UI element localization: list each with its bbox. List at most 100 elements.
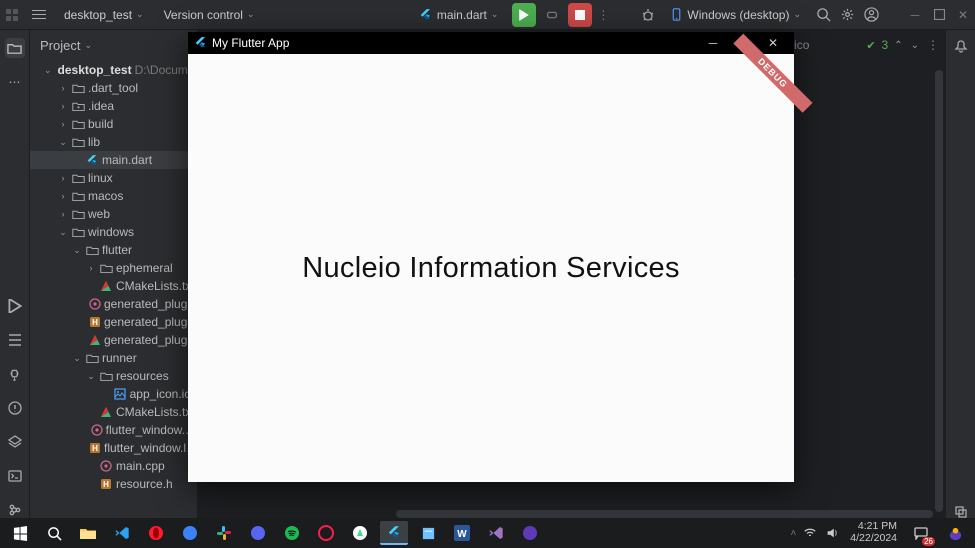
- expand-toggle[interactable]: ⌄: [44, 65, 52, 76]
- tree-node[interactable]: ›web: [30, 205, 197, 223]
- tree-node[interactable]: ›linux: [30, 169, 197, 187]
- taskbar-app-icon[interactable]: [176, 521, 204, 545]
- tree-node[interactable]: ⌄ resources: [30, 367, 197, 385]
- app-minimize-icon[interactable]: ─: [698, 36, 728, 50]
- more-tools-icon[interactable]: ⋯: [5, 72, 25, 92]
- app-close-icon[interactable]: ✕: [758, 36, 788, 50]
- tree-node[interactable]: ⌄runner: [30, 349, 197, 367]
- taskbar-opera-gx-icon[interactable]: [312, 521, 340, 545]
- stop-button[interactable]: [568, 3, 592, 27]
- expand-toggle[interactable]: ›: [86, 263, 96, 273]
- tree-node[interactable]: generated_plugi…: [30, 331, 197, 349]
- expand-toggle[interactable]: ⌄: [72, 245, 82, 256]
- taskbar-word-icon[interactable]: W: [448, 521, 476, 545]
- hamburger-icon[interactable]: [28, 6, 50, 24]
- inspector-tool-icon[interactable]: [5, 432, 25, 452]
- tree-node[interactable]: ⌄windows: [30, 223, 197, 241]
- tray-sound-icon[interactable]: [824, 525, 840, 541]
- tree-node[interactable]: main.dart: [30, 151, 197, 169]
- expand-toggle[interactable]: ›: [58, 173, 68, 183]
- expand-toggle[interactable]: ›: [58, 101, 68, 111]
- tree-node[interactable]: ⌄flutter: [30, 241, 197, 259]
- flutter-app-window: My Flutter App ─ ✕ DEBUG Nucleio Informa…: [188, 32, 794, 482]
- tree-node-label: resources: [116, 369, 169, 383]
- problems-tool-icon[interactable]: [5, 398, 25, 418]
- tree-node[interactable]: main.cpp: [30, 457, 197, 475]
- taskbar-flutter-icon[interactable]: [380, 521, 408, 545]
- project-panel-header[interactable]: Project ⌄: [30, 30, 197, 61]
- user-icon[interactable]: [863, 7, 879, 23]
- debug-icon[interactable]: [640, 7, 656, 23]
- window-maximize-icon[interactable]: [931, 7, 947, 23]
- taskbar-edge-icon[interactable]: [516, 521, 544, 545]
- taskbar-vscode-icon[interactable]: [108, 521, 136, 545]
- expand-toggle[interactable]: ⌄: [72, 353, 82, 364]
- run-button[interactable]: [512, 3, 536, 27]
- tree-node[interactable]: ›build: [30, 115, 197, 133]
- terminal-tool-icon[interactable]: [5, 466, 25, 486]
- folder-icon: [71, 81, 85, 95]
- tree-root[interactable]: ⌄ desktop_test D:\Docum…: [30, 61, 197, 79]
- tree-node[interactable]: CMakeLists.txt: [30, 403, 197, 421]
- collapse-up-icon[interactable]: ⌃: [894, 40, 902, 51]
- device-selector[interactable]: Windows (desktop) ⌄: [664, 6, 807, 24]
- search-icon[interactable]: [815, 7, 831, 23]
- taskbar-search-icon[interactable]: [40, 521, 68, 545]
- project-selector[interactable]: desktop_test ⌄: [58, 6, 150, 24]
- tray-chevron-icon[interactable]: ˄: [790, 528, 796, 539]
- taskbar-explorer-icon[interactable]: [74, 521, 102, 545]
- tree-node[interactable]: Hflutter_window.l…: [30, 439, 197, 457]
- collapse-down-icon[interactable]: ⌄: [911, 40, 919, 51]
- app-titlebar[interactable]: My Flutter App ─ ✕: [188, 32, 794, 54]
- tree-node[interactable]: ⌄lib: [30, 133, 197, 151]
- taskbar-spotify-icon[interactable]: [278, 521, 306, 545]
- window-minimize-icon[interactable]: ─: [907, 7, 923, 23]
- run-config-selector[interactable]: main.dart ⌄: [413, 6, 505, 24]
- start-button[interactable]: [6, 521, 34, 545]
- editor-scrollbar-horizontal[interactable]: [396, 510, 933, 518]
- tray-wifi-icon[interactable]: [802, 525, 818, 541]
- gear-icon[interactable]: [839, 7, 855, 23]
- tree-node[interactable]: ›.idea: [30, 97, 197, 115]
- folder-icon: [99, 369, 113, 383]
- windows-taskbar: W ˄ 4:21 PM 4/22/2024 26: [0, 518, 975, 548]
- run-tool-icon[interactable]: [5, 296, 25, 316]
- more-actions-icon[interactable]: ⋮: [600, 7, 606, 23]
- devtools-icon[interactable]: [5, 364, 25, 384]
- taskbar-android-studio-icon[interactable]: [346, 521, 374, 545]
- notifications-icon[interactable]: [953, 38, 969, 54]
- taskbar-vs-icon[interactable]: [482, 521, 510, 545]
- attach-debugger-icon[interactable]: [544, 7, 560, 23]
- vcs-selector[interactable]: Version control ⌄: [158, 6, 261, 24]
- tree-node[interactable]: generated_plugi…: [30, 295, 197, 313]
- taskbar-slack-icon[interactable]: [210, 521, 238, 545]
- window-close-icon[interactable]: ✕: [955, 7, 971, 23]
- expand-toggle[interactable]: ⌄: [58, 227, 68, 238]
- tray-clock[interactable]: 4:21 PM 4/22/2024: [846, 521, 901, 544]
- project-tool-icon[interactable]: [5, 38, 25, 58]
- vcs-tool-icon[interactable]: [5, 500, 25, 520]
- expand-toggle[interactable]: ›: [58, 119, 68, 129]
- editor-tab-more-icon[interactable]: ⋮: [927, 38, 939, 52]
- tree-node[interactable]: flutter_window.…: [30, 421, 197, 439]
- expand-toggle[interactable]: ›: [58, 209, 68, 219]
- taskbar-notepad-icon[interactable]: [414, 521, 442, 545]
- expand-toggle[interactable]: ›: [58, 83, 68, 93]
- tree-node[interactable]: ›ephemeral: [30, 259, 197, 277]
- tree-node[interactable]: Hgenerated_plugi…: [30, 313, 197, 331]
- structure-tool-icon[interactable]: [5, 330, 25, 350]
- tree-node[interactable]: ›.dart_tool: [30, 79, 197, 97]
- analysis-ok-icon[interactable]: ✔: [866, 39, 875, 52]
- taskbar-opera-icon[interactable]: [142, 521, 170, 545]
- expand-toggle[interactable]: ⌄: [86, 371, 96, 382]
- tree-node[interactable]: app_icon.ico: [30, 385, 197, 403]
- expand-toggle[interactable]: ›: [58, 191, 68, 201]
- tree-node[interactable]: Hresource.h: [30, 475, 197, 493]
- taskbar-discord-icon[interactable]: [244, 521, 272, 545]
- tray-notification-icon[interactable]: 26: [907, 521, 935, 545]
- tray-assist-icon[interactable]: [941, 521, 969, 545]
- expand-toggle[interactable]: ⌄: [58, 137, 68, 148]
- editor-scrollbar-vertical[interactable]: [935, 70, 943, 512]
- tree-node[interactable]: CMakeLists.txt: [30, 277, 197, 295]
- tree-node[interactable]: ›macos: [30, 187, 197, 205]
